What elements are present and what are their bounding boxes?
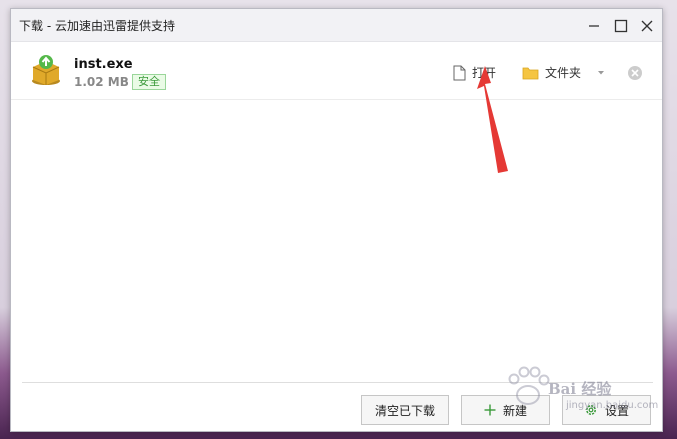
new-label: 新建 — [502, 403, 527, 418]
open-file-button[interactable]: 打开 — [453, 64, 496, 81]
plus-icon — [484, 404, 496, 416]
window-title: 下载 - 云加速由迅雷提供支持 — [19, 19, 175, 33]
close-button[interactable] — [636, 15, 658, 37]
remove-icon[interactable] — [627, 65, 643, 81]
folder-label: 文件夹 — [545, 66, 582, 80]
close-icon — [641, 20, 653, 32]
new-download-button[interactable]: 新建 — [461, 395, 550, 425]
package-icon — [32, 55, 60, 85]
open-label: 打开 — [472, 66, 497, 80]
download-window: 下载 - 云加速由迅雷提供支持 inst.exe 1.02 MB 安全 打开 文… — [10, 8, 663, 432]
download-item: inst.exe 1.02 MB 安全 打开 文件夹 — [11, 43, 662, 100]
settings-label: 设置 — [604, 403, 629, 418]
clear-label: 清空已下载 — [374, 403, 435, 418]
maximize-icon — [614, 19, 628, 33]
safe-badge: 安全 — [132, 74, 166, 90]
title-bar: 下载 - 云加速由迅雷提供支持 — [11, 9, 662, 42]
file-name: inst.exe — [74, 57, 133, 72]
folder-icon — [522, 67, 539, 79]
gear-icon — [586, 405, 596, 415]
open-folder-button[interactable]: 文件夹 — [522, 64, 581, 81]
settings-button[interactable]: 设置 — [562, 395, 651, 425]
minimize-icon — [589, 25, 599, 27]
document-icon — [453, 65, 466, 80]
file-size: 1.02 MB — [74, 75, 129, 89]
clear-downloaded-button[interactable]: 清空已下载 — [361, 395, 449, 425]
maximize-button[interactable] — [610, 15, 632, 37]
minimize-button[interactable] — [583, 15, 605, 37]
footer-divider — [22, 382, 653, 383]
chevron-down-icon[interactable] — [597, 70, 605, 76]
